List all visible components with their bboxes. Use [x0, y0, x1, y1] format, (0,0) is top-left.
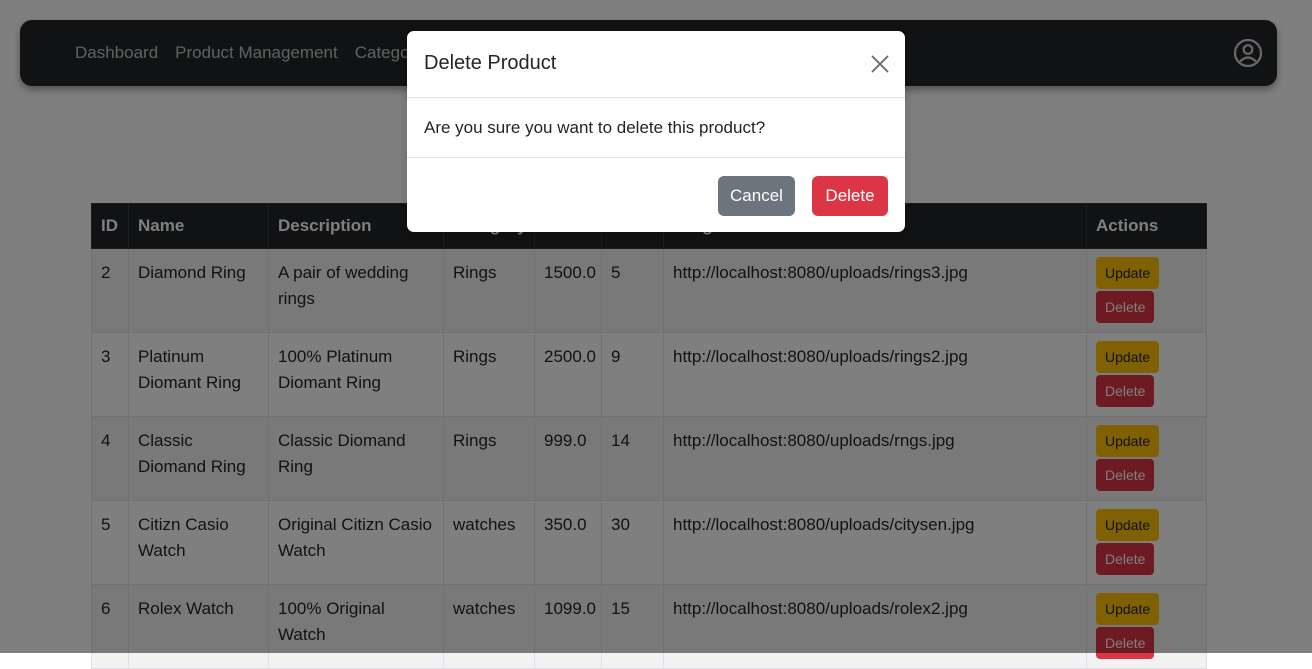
modal-message: Are you sure you want to delete this pro… — [424, 118, 766, 137]
delete-product-modal: Delete Product Are you sure you want to … — [407, 31, 905, 232]
modal-header: Delete Product — [407, 31, 905, 98]
cancel-button[interactable]: Cancel — [718, 176, 795, 216]
modal-title: Delete Product — [424, 52, 557, 74]
modal-footer: Cancel Delete — [407, 158, 905, 232]
confirm-delete-button[interactable]: Delete — [812, 176, 888, 216]
modal-body: Are you sure you want to delete this pro… — [407, 98, 905, 158]
close-icon[interactable] — [868, 52, 892, 76]
